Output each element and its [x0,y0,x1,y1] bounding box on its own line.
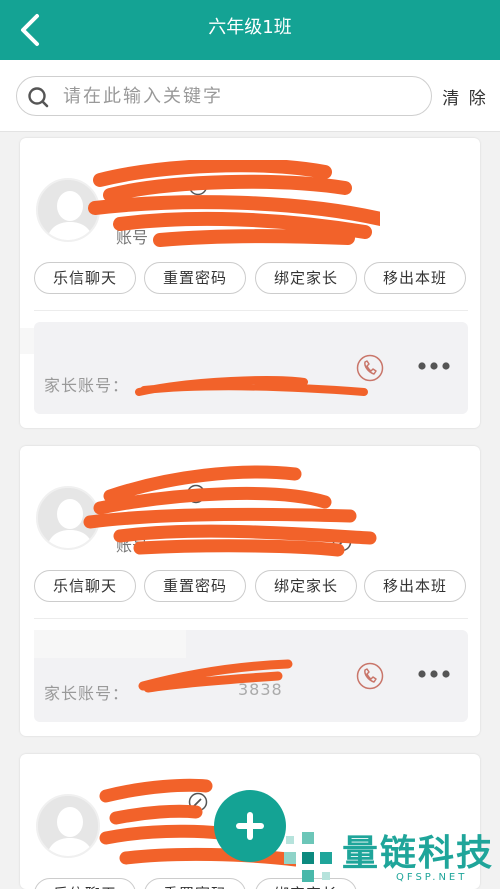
chat-button[interactable]: 乐信聊天 [34,570,136,602]
edit-icon[interactable] [332,224,352,244]
chat-button[interactable]: 乐信聊天 [34,262,136,294]
parent-account-label: 家长账号： [44,684,130,703]
bind-parent-button[interactable]: 绑定家长 [255,262,357,294]
avatar [36,178,100,242]
edit-icon[interactable] [332,532,352,552]
student-card: 账号 乐信聊天 重置密码 绑定家长 移出本班 家长账号： 3838 [20,446,480,736]
reset-password-button[interactable]: 重置密码 [144,878,246,889]
default-avatar-icon [38,796,98,856]
bind-parent-button[interactable]: 绑定家长 [255,570,357,602]
watermark-logo-icon [284,832,332,882]
chat-button[interactable]: 乐信聊天 [34,878,136,889]
avatar [36,486,100,550]
action-row: 乐信聊天 重置密码 绑定家长 移出本班 [34,262,468,294]
default-avatar-icon [38,488,98,548]
parent-row: 家长账号： 3838 [34,630,468,722]
app-header: 六年级1班 [0,0,500,60]
blurred-name [204,460,348,488]
avatar [36,794,100,858]
divider [34,618,468,619]
parent-account-label: 家长账号： [44,376,130,395]
watermark-text: 量链科技 [342,833,495,874]
phone-icon[interactable] [356,662,384,690]
account-label: 账号 [116,536,149,555]
remove-from-class-button[interactable]: 移出本班 [364,570,466,602]
more-icon[interactable] [416,358,452,374]
student-card: 账号 乐信聊天 重置密码 绑定家长 移出本班 家长账号： [20,138,480,428]
blurred-parent-name [34,630,186,658]
action-row: 乐信聊天 重置密码 绑定家长 移出本班 [34,570,468,602]
edit-icon[interactable] [186,484,206,504]
watermark-subtext: QFSP.NET [396,872,468,883]
watermark: 量链科技 QFSP.NET [276,822,500,889]
search-input[interactable] [63,81,423,111]
edit-icon[interactable] [188,792,208,812]
plus-icon [247,812,253,840]
clear-button[interactable]: 清 除 [440,84,490,110]
edit-icon[interactable] [188,176,208,196]
redaction-scribble [135,376,368,396]
divider [34,310,468,311]
remove-from-class-button[interactable]: 移出本班 [364,262,466,294]
page-title: 六年级1班 [208,17,292,38]
reset-password-button[interactable]: 重置密码 [144,570,246,602]
reset-password-button[interactable]: 重置密码 [144,262,246,294]
search-box[interactable] [16,76,432,116]
parent-account-value: 3838 [238,680,283,699]
search-icon [28,87,49,108]
phone-icon[interactable] [356,354,384,382]
more-icon[interactable] [416,666,452,682]
parent-row: 家长账号： [34,322,468,414]
search-bar: 清 除 [0,60,500,132]
default-avatar-icon [38,180,98,240]
account-label: 账号 [116,228,149,247]
